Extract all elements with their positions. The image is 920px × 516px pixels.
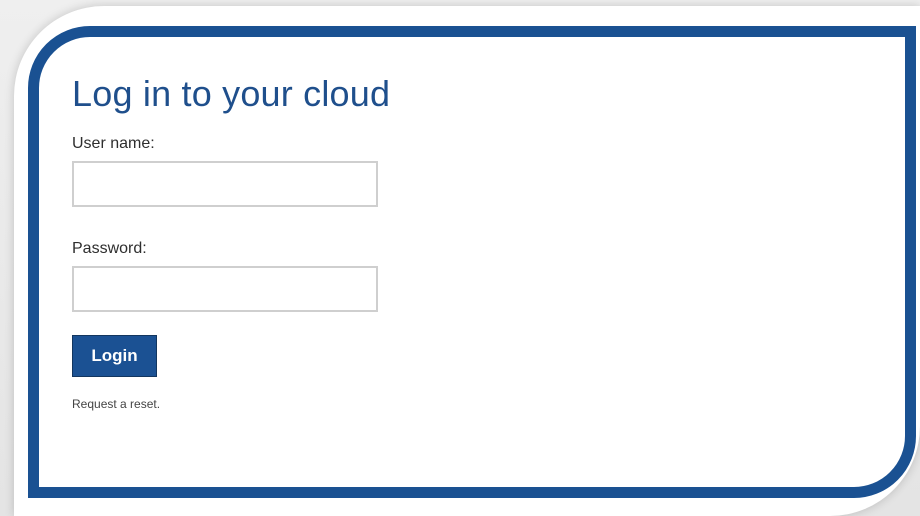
login-button[interactable]: Login bbox=[72, 335, 157, 377]
username-label: User name: bbox=[72, 135, 155, 152]
screenshot-canvas: Log in to your cloud User name: Password… bbox=[0, 0, 920, 516]
password-input[interactable] bbox=[72, 266, 378, 312]
password-label: Password: bbox=[72, 240, 147, 257]
page-title: Log in to your cloud bbox=[72, 73, 391, 114]
request-reset-link[interactable]: Request a reset. bbox=[72, 397, 390, 411]
login-form: Log in to your cloud User name: Password… bbox=[72, 72, 390, 411]
username-input[interactable] bbox=[72, 161, 378, 207]
